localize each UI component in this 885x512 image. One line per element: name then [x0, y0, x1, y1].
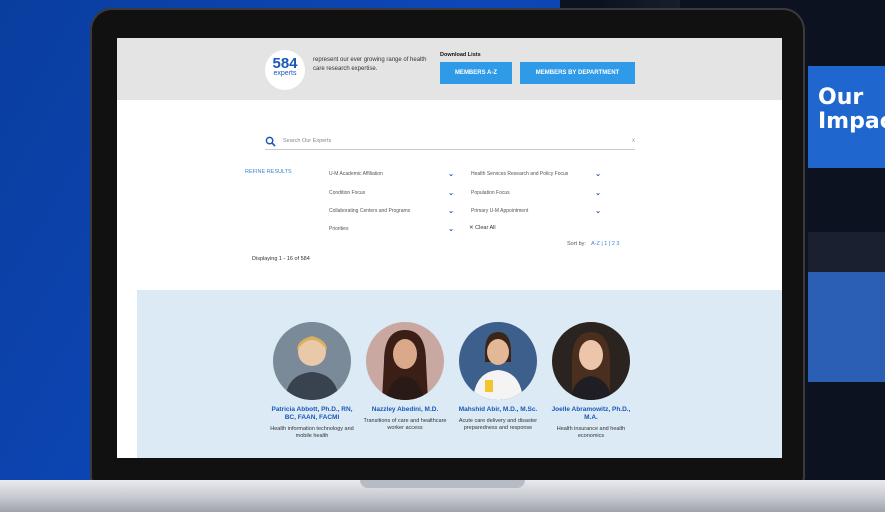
chevron-down-icon: ⌄: [448, 226, 454, 233]
chevron-down-icon: ⌄: [595, 190, 601, 197]
sort-by: Sort by: A-Z | 1 | 2 3: [567, 241, 620, 247]
filter-primary-appointment[interactable]: Primary U-M Appointment ⌄: [471, 208, 601, 218]
right-panel-blue: [808, 272, 885, 382]
refine-results-label: REFINE RESULTS: [245, 169, 292, 175]
experts-count-badge: 584 experts: [265, 50, 305, 90]
expert-card[interactable]: Mahshid Abir, M.D., M.Sc. Acute care del…: [453, 322, 543, 432]
expert-name[interactable]: Mahshid Abir, M.D., M.Sc.: [453, 406, 543, 414]
filter-collaborating-centers[interactable]: Collaborating Centers and Programs ⌄: [329, 208, 454, 218]
expert-photo[interactable]: [552, 322, 630, 400]
filter-priorities[interactable]: Priorities ⌄: [329, 226, 454, 236]
experts-label: experts: [273, 70, 297, 77]
chevron-down-icon: ⌄: [448, 171, 454, 178]
chevron-down-icon: ⌄: [595, 208, 601, 215]
filter-label: Priorities: [329, 226, 349, 232]
search-bar[interactable]: Search Our Experts x: [265, 136, 635, 150]
laptop-notch: [360, 480, 525, 488]
laptop-screen: 584 experts represent our ever growing r…: [117, 38, 782, 458]
expert-photo[interactable]: [366, 322, 444, 400]
expert-focus: Health information technology and mobile…: [270, 426, 354, 439]
chevron-down-icon: ⌄: [448, 190, 454, 197]
members-az-button[interactable]: MEMBERS A-Z: [440, 62, 512, 84]
chevron-down-icon: ⌄: [595, 171, 601, 178]
expert-focus: Health insurance and health economics: [556, 426, 626, 439]
expert-card[interactable]: Nazzley Abedini, M.D. Transitions of car…: [360, 322, 450, 432]
expert-name[interactable]: Joelle Abramowitz, Ph.D., M.A.: [546, 406, 636, 422]
filter-label: Condition Focus: [329, 190, 366, 196]
header-bar: 584 experts represent our ever growing r…: [117, 38, 782, 100]
filter-label: Population Focus: [471, 190, 510, 196]
right-panel-dark: [808, 232, 885, 272]
filter-label: U-M Academic Affiliation: [329, 171, 383, 177]
expert-photo[interactable]: [273, 322, 351, 400]
sort-by-label: Sort by:: [567, 241, 586, 247]
header-tagline: represent our ever growing range of heal…: [313, 57, 427, 72]
expert-card[interactable]: Joelle Abramowitz, Ph.D., M.A. Health in…: [546, 322, 636, 440]
our-impact-panel: Our Impac: [808, 66, 885, 168]
search-clear-icon[interactable]: x: [632, 138, 635, 144]
expert-name[interactable]: Nazzley Abedini, M.D.: [360, 406, 450, 414]
filter-condition-focus[interactable]: Condition Focus ⌄: [329, 190, 454, 200]
download-lists-title: Download Lists: [440, 52, 481, 58]
filter-hsr-policy-focus[interactable]: Health Services Research and Policy Focu…: [471, 171, 601, 181]
expert-focus: Acute care delivery and disaster prepare…: [458, 418, 538, 431]
filter-label: Collaborating Centers and Programs: [329, 208, 411, 214]
expert-photo[interactable]: [459, 322, 537, 400]
clear-all-button[interactable]: ✕ Clear All: [469, 225, 496, 231]
search-icon[interactable]: [265, 136, 276, 147]
filter-population-focus[interactable]: Population Focus ⌄: [471, 190, 601, 200]
search-input[interactable]: Search Our Experts: [283, 138, 331, 144]
chevron-down-icon: ⌄: [448, 208, 454, 215]
our-impact-title: Our Impac: [818, 85, 885, 134]
filter-academic-affiliation[interactable]: U-M Academic Affiliation ⌄: [329, 171, 454, 181]
filter-label: Primary U-M Appointment: [471, 208, 529, 214]
expert-focus: Transitions of care and healthcare worke…: [363, 418, 447, 431]
expert-name[interactable]: Patricia Abbott, Ph.D., RN, BC, FAAN, FA…: [267, 406, 357, 422]
members-by-department-button[interactable]: MEMBERS BY DEPARTMENT: [520, 62, 635, 84]
sort-options[interactable]: A-Z | 1 | 2 3: [591, 241, 620, 247]
expert-card[interactable]: Patricia Abbott, Ph.D., RN, BC, FAAN, FA…: [267, 322, 357, 440]
filter-label: Health Services Research and Policy Focu…: [471, 171, 569, 177]
results-count: Displaying 1 - 16 of 584: [252, 256, 310, 262]
